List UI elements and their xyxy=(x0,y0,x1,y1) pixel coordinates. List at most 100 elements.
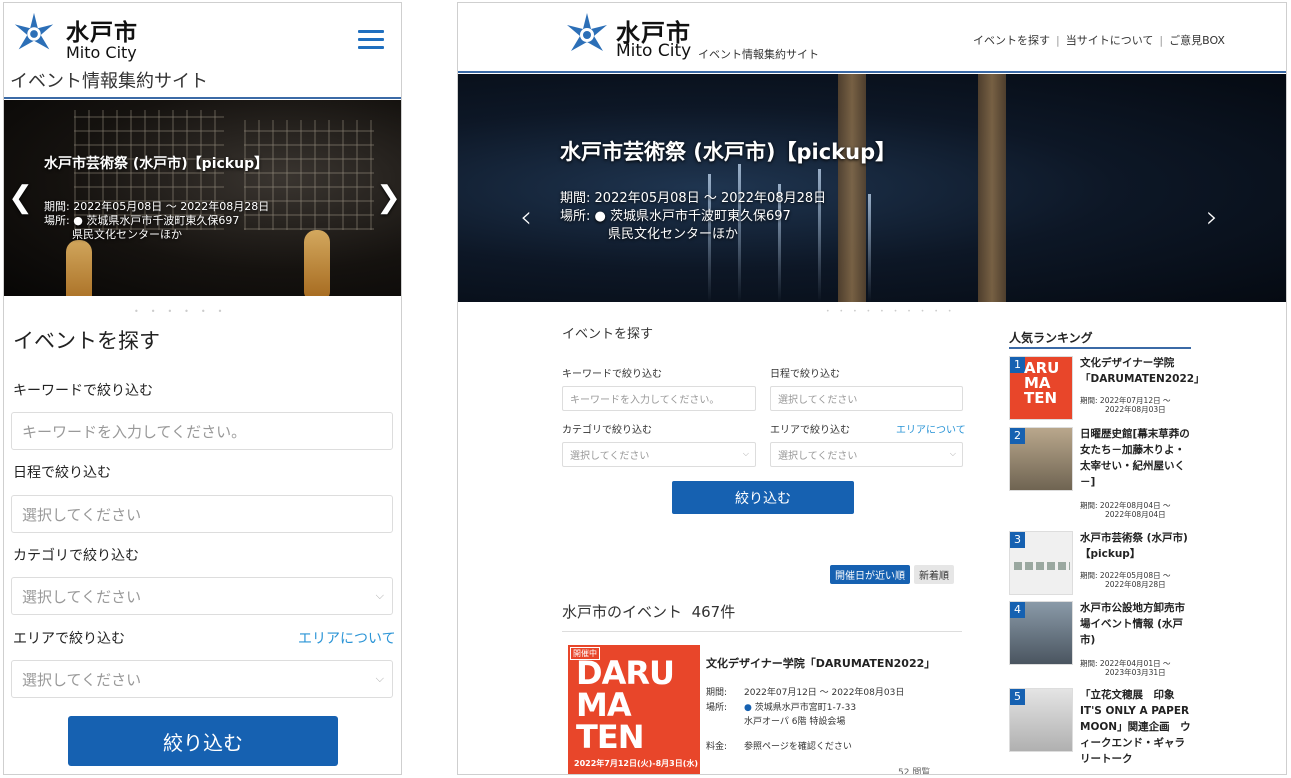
desktop-view: 水戸市 Mito City イベント情報集約サイト イベントを探す | 当サイトにつ… xyxy=(457,2,1287,775)
desktop-header: 水戸市 Mito City イベント情報集約サイト イベントを探す | 当サイトにつ… xyxy=(458,3,1286,73)
wooden-pillar xyxy=(838,74,866,302)
hero-place2: 県民文化センターほか xyxy=(608,227,739,242)
ranking-thumb[interactable]: 2 xyxy=(1009,427,1073,491)
hero-place2: 県民文化センターほか xyxy=(72,228,182,241)
chevron-right-icon[interactable]: ❯ xyxy=(376,180,401,215)
filter-submit-button[interactable]: 絞り込む xyxy=(68,716,338,766)
date-input[interactable]: 選択してください xyxy=(770,386,963,411)
hero-title[interactable]: 水戸市芸術祭 (水戸市)【pickup】 xyxy=(44,153,268,173)
keyword-input[interactable]: キーワードを入力してください。 xyxy=(11,412,393,450)
ranking-thumb[interactable]: 3 xyxy=(1009,531,1073,595)
date-label: 日程で絞り込む xyxy=(13,465,111,481)
search-heading: イベントを探す xyxy=(562,327,654,342)
thumb-graphic xyxy=(1014,562,1070,570)
ranking-item-title[interactable]: 水戸市公設地方卸売市場イベント情報 (水戸市) xyxy=(1080,600,1192,648)
thumb-dates: 2022年7月12日(火)-8月3日(水) xyxy=(574,759,699,768)
ranking-item-title[interactable]: 水戸市芸術祭 (水戸市)【pickup】 xyxy=(1080,530,1192,562)
keyword-label: キーワードで絞り込む xyxy=(562,369,662,380)
date-label: 日程で絞り込む xyxy=(770,369,840,380)
event-fee: 参照ページを確認ください xyxy=(744,742,852,752)
event-place: ● 茨城県水戸市宮町1-7-33 xyxy=(744,703,857,713)
ranking-item-title[interactable]: 「立花文穂展 印象 IT'S ONLY A PAPER MOON」関連企画 ウィ… xyxy=(1080,687,1192,767)
map-pin-icon: ● xyxy=(744,703,752,713)
thumb-text: TEN xyxy=(576,718,644,756)
site-name: イベント情報集約サイト xyxy=(698,48,819,61)
hamburger-menu-icon[interactable] xyxy=(358,30,384,50)
nav-about[interactable]: 当サイトについて xyxy=(1066,34,1154,47)
sort-toggle: 開催日が近い順 新着順 xyxy=(830,565,954,584)
event-period: 2022年07月12日 ～ 2022年08月03日 xyxy=(744,688,905,698)
nav-find-event[interactable]: イベントを探す xyxy=(973,34,1050,47)
ranking-item-period: 期間: 2022年07月12日 ～ 2022年08月03日 xyxy=(1080,396,1171,414)
chevron-left-icon[interactable]: ‹ xyxy=(520,200,532,235)
keyword-label: キーワードで絞り込む xyxy=(13,383,153,399)
ranking-item-period: 期間: 2022年05月08日 ～ 2022年08月28日 xyxy=(1080,571,1171,589)
event-title[interactable]: 文化デザイナー学院「DARUMATEN2022」 xyxy=(706,655,935,671)
map-pin-icon: ● xyxy=(594,209,606,224)
event-views: 52 閲覧 xyxy=(898,768,931,775)
category-label: カテゴリで絞り込む xyxy=(562,425,652,436)
firework xyxy=(868,194,871,302)
event-thumbnail[interactable]: 開催中 DARU MA TEN 2022年7月12日(火)-8月3日(水) xyxy=(568,645,700,774)
ranking-thumb[interactable]: 1 ARU MA TEN xyxy=(1009,356,1073,420)
area-label: エリアで絞り込む xyxy=(770,425,850,436)
thumb-text: DARU xyxy=(576,654,675,692)
filter-submit-button[interactable]: 絞り込む xyxy=(672,481,854,514)
chevron-right-icon[interactable]: › xyxy=(1206,200,1218,235)
nav-feedback[interactable]: ご意見BOX xyxy=(1169,34,1225,47)
divider xyxy=(562,631,962,632)
brand-name-ja: 水戸市 xyxy=(66,20,138,46)
top-nav: イベントを探す | 当サイトについて | ご意見BOX xyxy=(973,34,1225,47)
brand-name-en: Mito City xyxy=(616,41,692,61)
thumb-text: ARU MA TEN xyxy=(1024,359,1060,407)
mobile-view: 水戸市 Mito City イベント情報集約サイト 水戸市芸術祭 (水戸市)【p… xyxy=(3,2,402,775)
chevron-left-icon[interactable]: ❮ xyxy=(8,180,33,215)
mito-city-logo-icon[interactable] xyxy=(563,11,611,59)
keyword-input[interactable]: キーワードを入力してください。 xyxy=(562,386,756,411)
hero-title[interactable]: 水戸市芸術祭 (水戸市)【pickup】 xyxy=(560,136,896,166)
hero-carousel[interactable]: 水戸市芸術祭 (水戸市)【pickup】 期間: 2022年05月08日 ～ 2… xyxy=(4,100,401,296)
hero-carousel[interactable]: 水戸市芸術祭 (水戸市)【pickup】 期間: 2022年05月08日 ～ 2… xyxy=(458,74,1286,302)
ranking-item-title[interactable]: 文化デザイナー学院「DARUMATEN2022」 xyxy=(1080,355,1205,387)
lantern xyxy=(66,240,92,296)
results-heading: 水戸市のイベント 467件 xyxy=(562,603,736,621)
wooden-pillar xyxy=(978,74,1006,302)
area-about-link[interactable]: エリアについて xyxy=(896,421,966,436)
divider xyxy=(1009,347,1191,349)
ranking-title: 人気ランキング xyxy=(1009,331,1093,345)
event-place-label: 場所: xyxy=(706,703,728,713)
ranking-item-period: 期間: 2022年08月04日 ～ 2022年08月04日 xyxy=(1080,501,1171,519)
ranking-item-period: 期間: 2022年04月01日 ～ 2023年03月31日 xyxy=(1080,659,1171,677)
area-about-link[interactable]: エリアについて xyxy=(298,628,396,648)
area-select[interactable]: 選択してください xyxy=(11,660,393,698)
event-place2: 水戸オーパ 6階 特設会場 xyxy=(744,717,846,727)
hero-place: 場所: ● 茨城県水戸市千波町東久保697 xyxy=(560,209,791,224)
ranking-thumb[interactable]: 5 xyxy=(1009,688,1073,752)
rank-number: 4 xyxy=(1010,602,1025,618)
lantern xyxy=(304,230,330,296)
carousel-dots[interactable]: •••••• xyxy=(134,307,234,316)
sort-newest-button[interactable]: 新着順 xyxy=(914,565,954,584)
rank-number: 2 xyxy=(1010,428,1025,444)
search-heading: イベントを探す xyxy=(13,329,160,353)
area-select[interactable]: 選択してください xyxy=(770,442,963,467)
results-count: 467件 xyxy=(691,603,736,621)
event-fee-label: 料金: xyxy=(706,742,728,752)
ranking-thumb[interactable]: 4 xyxy=(1009,601,1073,665)
carousel-dots[interactable]: •••••••••• xyxy=(826,308,961,315)
firework xyxy=(738,164,741,302)
event-period-label: 期間: xyxy=(706,688,728,698)
brand-name-en: Mito City xyxy=(66,43,137,62)
mito-city-logo-icon[interactable] xyxy=(11,11,57,57)
category-label: カテゴリで絞り込む xyxy=(13,548,139,564)
date-input[interactable]: 選択してください xyxy=(11,495,393,533)
hero-period: 期間: 2022年05月08日 ～ 2022年08月28日 xyxy=(560,191,827,206)
rank-number: 1 xyxy=(1010,357,1025,373)
category-select[interactable]: 選択してください xyxy=(11,577,393,615)
area-label: エリアで絞り込む xyxy=(13,631,125,647)
mobile-header: 水戸市 Mito City イベント情報集約サイト xyxy=(4,3,401,99)
thumb-text: MA xyxy=(576,686,632,724)
category-select[interactable]: 選択してください xyxy=(562,442,756,467)
ranking-item-title[interactable]: 日曜歴史館[幕末草莽の女たち－加藤木りよ・太宰せい・紀州屋いく－] xyxy=(1080,426,1192,490)
sort-near-button[interactable]: 開催日が近い順 xyxy=(830,565,910,584)
